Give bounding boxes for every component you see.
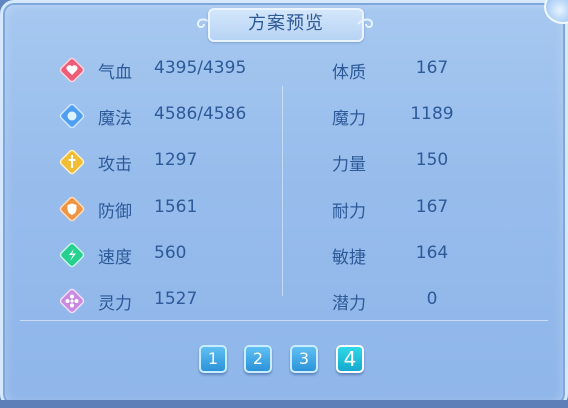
page-button-3[interactable]: 3 [290, 345, 318, 373]
attribute-label: 体质 [332, 63, 366, 83]
spirit-icon [58, 287, 86, 315]
stat-row-defense: 防御 1561 [58, 194, 278, 224]
stat-value: 4586/4586 [154, 104, 247, 124]
heart-icon [58, 56, 86, 84]
attribute-value: 167 [415, 58, 449, 78]
stat-value: 1527 [154, 289, 198, 309]
stat-label: 防御 [98, 202, 132, 222]
attribute-label: 力量 [332, 155, 366, 175]
stat-value: 1561 [154, 197, 198, 217]
stat-value: 560 [154, 243, 187, 263]
column-divider [282, 86, 283, 296]
stat-label: 魔法 [98, 109, 132, 129]
page-button-4[interactable]: 4 [336, 345, 364, 373]
stat-row-mp: 魔法 4586/4586 [58, 101, 278, 131]
section-divider [20, 320, 548, 321]
attribute-label: 敏捷 [332, 248, 366, 268]
magic-icon [58, 102, 86, 130]
attribute-value: 0 [426, 289, 438, 309]
stat-value: 4395/4395 [154, 58, 247, 78]
stat-row-attack: 攻击 1297 [58, 147, 278, 177]
stat-label: 速度 [98, 248, 132, 268]
attribute-value: 167 [415, 197, 449, 217]
page-button-1[interactable]: 1 [199, 345, 227, 373]
stat-row-hp: 气血 4395/4395 [58, 55, 278, 85]
stat-label: 攻击 [98, 155, 132, 175]
sword-icon [58, 148, 86, 176]
attribute-label: 耐力 [332, 202, 366, 222]
page-button-2[interactable]: 2 [244, 345, 272, 373]
attribute-value: 150 [415, 150, 449, 170]
stat-label: 气血 [98, 63, 132, 83]
attribute-value: 1189 [410, 104, 454, 124]
attribute-label: 潜力 [332, 294, 366, 314]
title-ornament-icon [357, 18, 374, 28]
panel-bottom-strip [0, 400, 568, 408]
panel-title: 方案预览 [208, 8, 364, 42]
stat-value: 1297 [154, 150, 198, 170]
stat-label: 灵力 [98, 294, 132, 314]
attribute-label: 魔力 [332, 109, 366, 129]
attribute-value: 164 [415, 243, 449, 263]
shield-icon [58, 195, 86, 223]
speed-icon [58, 241, 86, 269]
stat-row-spirit: 灵力 1527 [58, 286, 278, 316]
stat-row-speed: 速度 560 [58, 240, 278, 270]
